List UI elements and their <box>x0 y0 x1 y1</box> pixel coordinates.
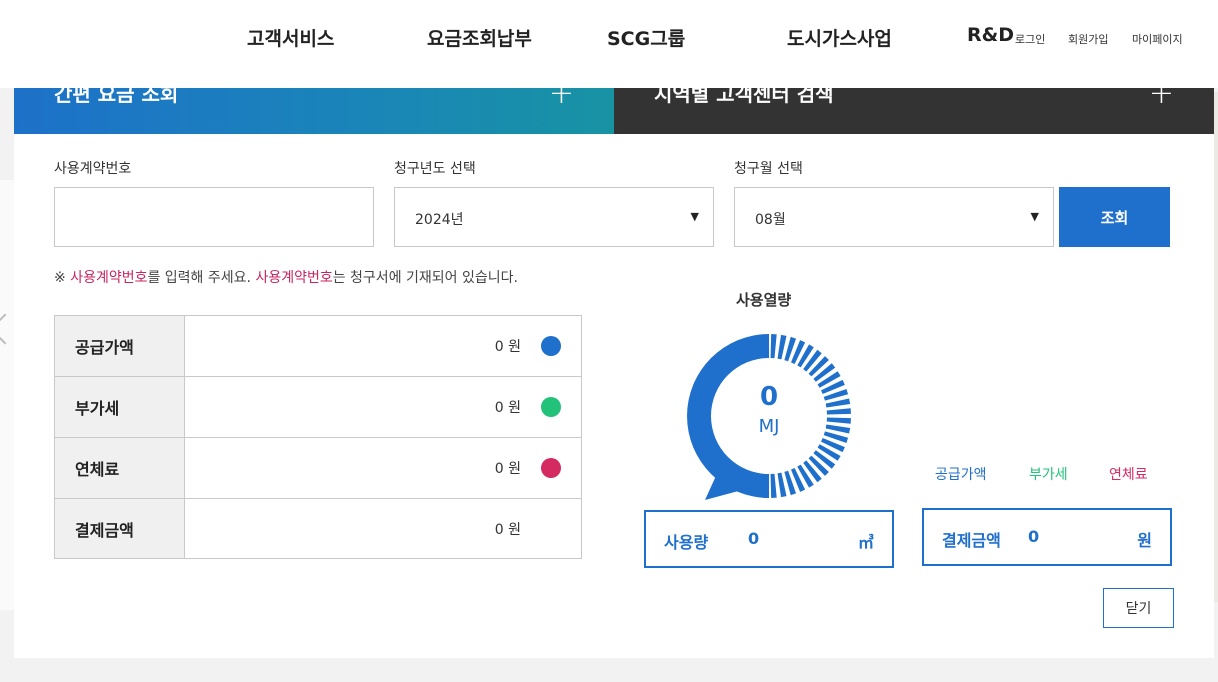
site-header: 고객서비스 요금조회납부 SCG그룹 도시가스사업 R&D 로그인 회원가입 마… <box>0 0 1218 88</box>
fee-amount-late: 0 원 <box>494 461 521 477</box>
plus-icon[interactable]: + <box>1149 88 1174 111</box>
gauge-tick <box>777 334 787 360</box>
gauge-tick <box>770 334 777 359</box>
late-fee-color-dot <box>541 458 561 478</box>
table-row: 결제금액 0 원 <box>55 499 581 558</box>
legend-vat: 부가세 <box>1029 467 1068 483</box>
fee-label-total: 결제금액 <box>55 499 185 558</box>
contract-number-label: 사용계약번호 <box>54 161 132 177</box>
year-select-label: 청구년도 선택 <box>394 161 476 177</box>
gauge-tick <box>826 417 851 424</box>
nav-item-scg-group[interactable]: SCG그룹 <box>607 24 685 51</box>
nav-item-customer-service[interactable]: 고객서비스 <box>247 24 334 51</box>
contract-number-notice: ※ 사용계약번호를 입력해 주세요. 사용계약번호는 청구서에 기재되어 있습니… <box>54 270 518 286</box>
table-row: 부가세 0 원 <box>55 377 581 438</box>
month-select[interactable]: 08월 ▼ <box>734 187 1054 247</box>
supply-color-dot <box>541 336 561 356</box>
vat-color-dot <box>541 397 561 417</box>
gauge-tick <box>826 408 851 415</box>
nav-item-bill-payment[interactable]: 요금조회납부 <box>427 24 532 51</box>
year-select[interactable]: 2024년 ▼ <box>394 187 714 247</box>
payment-summary-value: 0 <box>1028 527 1040 546</box>
caret-down-icon: ▼ <box>1030 210 1039 223</box>
payment-summary-unit: 원 <box>1137 531 1152 550</box>
caret-down-icon: ▼ <box>690 210 699 223</box>
table-row: 공급가액 0 원 <box>55 316 581 377</box>
fee-label-late: 연체료 <box>55 438 185 498</box>
tab-title: 간편 요금 조회 <box>54 88 179 106</box>
close-button[interactable]: 닫기 <box>1103 588 1174 628</box>
fee-label-supply: 공급가액 <box>55 316 185 376</box>
bill-inquiry-panel: 사용계약번호 청구년도 선택 2024년 ▼ 청구월 선택 08월 ▼ 조회 ※… <box>14 134 1214 658</box>
usage-summary-value: 0 <box>748 529 760 548</box>
chart-title: 사용열량 <box>736 291 792 309</box>
mypage-link[interactable]: 마이페이지 <box>1132 31 1183 47</box>
legend-late-fee: 연체료 <box>1109 467 1148 483</box>
usage-summary-label: 사용량 <box>664 533 709 552</box>
fee-amount-vat: 0 원 <box>494 400 521 416</box>
background-edge-left <box>0 180 14 610</box>
gauge-tick <box>825 398 851 408</box>
nav-item-city-gas[interactable]: 도시가스사업 <box>787 24 892 51</box>
year-select-value: 2024년 <box>415 212 464 228</box>
month-select-label: 청구월 선택 <box>734 161 803 177</box>
search-button[interactable]: 조회 <box>1059 187 1170 247</box>
gauge-tick <box>825 424 851 434</box>
fee-amount-supply: 0 원 <box>494 339 521 355</box>
gauge-tick <box>770 473 777 498</box>
contract-number-field-wrap <box>54 187 374 247</box>
month-select-value: 08월 <box>755 212 786 228</box>
usage-summary-unit: ㎥ <box>857 533 874 552</box>
contract-number-input[interactable] <box>55 188 373 246</box>
payment-summary-label: 결제금액 <box>942 531 1001 550</box>
fee-table: 공급가액 0 원 부가세 0 원 연체료 0 원 결제금액 0 원 <box>54 315 582 559</box>
legend-supply: 공급가액 <box>935 467 987 483</box>
payment-summary-box: 결제금액 0 원 <box>922 508 1172 566</box>
tab-quick-bill-inquiry[interactable]: 간편 요금 조회 + <box>14 88 614 134</box>
fee-amount-total: 0 원 <box>494 522 521 538</box>
gauge-value: 0 <box>759 382 779 412</box>
gauge-unit: MJ <box>758 416 780 437</box>
usage-summary-box: 사용량 0 ㎥ <box>644 510 894 568</box>
tab-service-center-search[interactable]: 지역별 고객센터 검색 + <box>614 88 1214 134</box>
table-row: 연체료 0 원 <box>55 438 581 499</box>
gauge-tick <box>777 472 787 498</box>
plus-icon[interactable]: + <box>549 88 574 111</box>
nav-item-rnd[interactable]: R&D <box>967 24 1014 46</box>
login-link[interactable]: 로그인 <box>1015 31 1045 47</box>
fee-label-vat: 부가세 <box>55 377 185 437</box>
signup-link[interactable]: 회원가입 <box>1068 31 1108 47</box>
tab-title: 지역별 고객센터 검색 <box>654 88 834 106</box>
